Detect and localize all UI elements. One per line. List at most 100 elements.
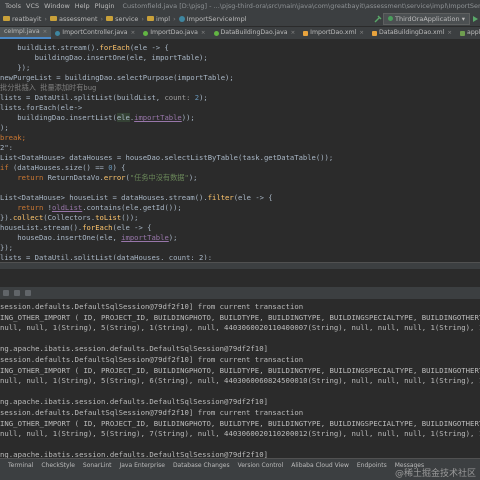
tab-importcontroller[interactable]: ImportController.java × (51, 27, 139, 39)
code-line[interactable]: if (dataHouses.size() == 0) { (0, 163, 126, 172)
wrap-icon[interactable] (25, 290, 31, 296)
panel-splitter[interactable] (0, 262, 480, 269)
code-line[interactable]: List<DataHouse> houseList = dataHouses.s… (0, 193, 273, 202)
folder-icon (49, 16, 57, 21)
toolbar-right: ThirdOraApplication ▾ (373, 12, 480, 25)
code-token: count: (164, 93, 195, 102)
code-token: List<DataHouse> dataHouses = houseDao.se… (0, 153, 334, 162)
code-line[interactable]: 批分批插入 批量添加时有bug (0, 83, 96, 93)
code-token: oldList (51, 203, 83, 212)
menu-vcs[interactable]: VCS (26, 2, 39, 10)
tool-version-control[interactable]: Version Control (238, 462, 284, 469)
breadcrumb-item[interactable]: reatbayit › (3, 15, 47, 23)
code-token: importTable (134, 113, 182, 122)
menu-window[interactable]: Window (44, 2, 70, 10)
tool-terminal[interactable]: Terminal (8, 462, 33, 469)
code-token: (ele -> { (112, 223, 152, 232)
code-line[interactable]: lists = DataUtil.splitList(dataHouses, c… (0, 253, 212, 260)
close-icon[interactable]: × (201, 27, 206, 39)
breadcrumb-item[interactable]: impl › (147, 15, 176, 23)
code-line[interactable]: 2": (0, 143, 13, 152)
code-line[interactable]: lists.forEach(ele-> (0, 103, 82, 112)
tab-importdao[interactable]: ImportDao.java × (139, 27, 209, 39)
code-token: newPurgeList = buildingDao.selectPurpose… (0, 73, 234, 82)
console-line: session.defaults.DefaultSqlSession@79df2… (0, 355, 304, 364)
tab-databuildingdao[interactable]: DataBuildingDao.java × (210, 27, 300, 39)
breadcrumb-item[interactable]: ImportServiceImpl (178, 15, 247, 23)
run-config-select[interactable]: ThirdOraApplication ▾ (382, 12, 470, 25)
code-token: ); (0, 123, 9, 132)
console-output[interactable]: session.defaults.DefaultSqlSession@79df2… (0, 299, 480, 458)
properties-file-icon (460, 30, 466, 36)
code-token: filter (207, 193, 234, 202)
tool-checkstyle[interactable]: CheckStyle (41, 462, 75, 469)
code-token: forEach (82, 223, 113, 232)
code-token: buildingDao.insertList( (0, 113, 117, 122)
code-line[interactable]: return !oldList.contains(ele.getId()); (0, 203, 182, 212)
close-icon[interactable]: × (447, 27, 452, 39)
code-token: ReturnDataVo. (47, 173, 104, 182)
console-line: ng.apache.ibatis.session.defaults.Defaul… (0, 397, 268, 407)
tab-application-properties[interactable]: application.properties (456, 27, 480, 39)
status-bar: @稀土掘金技术社区 (0, 469, 480, 480)
tab-importserviceimpl[interactable]: ceImpl.java × (0, 27, 52, 39)
breadcrumb-item[interactable]: assessment › (49, 15, 103, 23)
code-token: ); (199, 93, 208, 102)
code-token: buildList.stream(). (0, 43, 100, 52)
interface-icon (143, 30, 149, 36)
code-token: (ele -> { (233, 193, 273, 202)
console-line: ING_OTHER_IMPORT ( ID, PROJECT_ID, BUILD… (0, 312, 480, 322)
folder-icon (147, 16, 155, 21)
code-token: ); (188, 173, 198, 182)
code-token: (Collectors. (43, 213, 96, 222)
code-token: error (103, 173, 126, 182)
code-line[interactable]: buildingDao.insertOne(ele, importTable); (0, 53, 208, 62)
code-token: toList (95, 213, 122, 222)
filter-icon[interactable] (14, 290, 20, 296)
tab-databuildingdao-xml[interactable]: DataBuildingDao.xml × (368, 27, 456, 39)
code-line[interactable]: List<DataHouse> dataHouses = houseDao.se… (0, 153, 333, 162)
code-line[interactable]: return ReturnDataVo.error("任务中没有数据"); (0, 173, 197, 183)
code-line[interactable]: buildingDao.insertList(ele.importTable))… (0, 113, 195, 122)
close-icon[interactable]: × (131, 27, 136, 39)
tool-java-enterprise[interactable]: Java Enterprise (119, 462, 164, 469)
code-line[interactable]: }).collect(Collectors.toList()); (0, 213, 139, 222)
menu-tools[interactable]: Tools (5, 2, 21, 10)
code-token: lists = DataUtil.splitList(dataHouses, c… (0, 253, 213, 260)
tool-sonarlint[interactable]: SonarLint (83, 462, 112, 469)
code-line[interactable]: houseDao.insertOne(ele, importTable); (0, 233, 177, 242)
code-token: .contains(ele.getId()); (82, 203, 182, 212)
close-icon[interactable]: × (43, 27, 48, 38)
code-token: forEach (99, 43, 130, 52)
build-icon[interactable] (373, 14, 383, 24)
close-icon[interactable]: × (359, 27, 364, 39)
menu-help[interactable]: Help (75, 2, 90, 10)
code-token: ele (116, 113, 130, 122)
settings-icon[interactable] (3, 290, 9, 296)
code-token: (ele -> { (129, 43, 169, 52)
code-line[interactable]: newPurgeList = buildingDao.selectPurpose… (0, 73, 234, 82)
tab-importdao-xml[interactable]: ImportDao.xml × (299, 27, 368, 39)
xml-file-icon (371, 30, 377, 36)
tool-database-changes[interactable]: Database Changes (173, 462, 230, 469)
tool-endpoints[interactable]: Endpoints (357, 462, 387, 469)
code-line[interactable]: }); (0, 63, 30, 72)
code-editor[interactable]: buildList.stream().forEach(ele -> { buil… (0, 40, 480, 260)
code-line[interactable]: houseList.stream().forEach(ele -> { (0, 223, 151, 232)
run-icon[interactable] (470, 14, 480, 24)
menu-plugin[interactable]: Plugin (95, 2, 115, 10)
close-icon[interactable]: × (291, 27, 296, 39)
tool-alibaba-cloud-view[interactable]: Alibaba Cloud View (291, 462, 349, 469)
code-line[interactable]: }); (0, 243, 13, 252)
breadcrumb: reatbayit › assessment › service › impl › Im… (0, 11, 480, 27)
class-icon (178, 15, 185, 22)
code-line[interactable]: break; (0, 133, 26, 142)
code-line[interactable]: lists = DataUtil.splitList(buildList, co… (0, 93, 208, 102)
folder-icon (3, 16, 10, 21)
breadcrumb-item[interactable]: service › (106, 15, 144, 23)
code-line[interactable]: ); (0, 123, 9, 132)
code-token: }). (0, 213, 13, 222)
code-token: lists = DataUtil.splitList(buildList, (0, 93, 165, 102)
code-line[interactable]: buildList.stream().forEach(ele -> { (0, 43, 169, 52)
